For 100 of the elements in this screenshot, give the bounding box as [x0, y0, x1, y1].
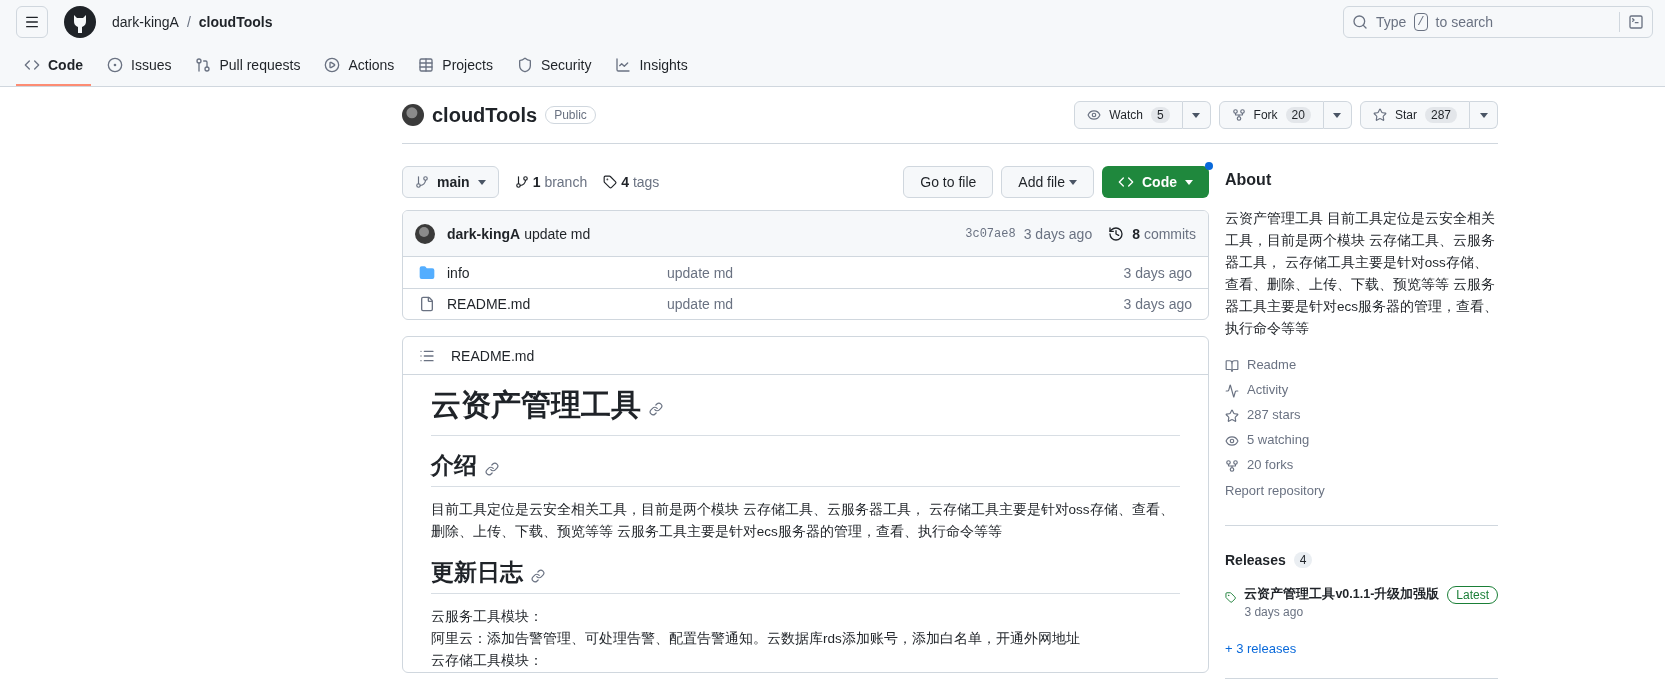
readme-filename: README.md [451, 346, 535, 366]
count-label: 4 [1293, 551, 1313, 568]
report-link[interactable]: Report repository [1225, 482, 1498, 501]
tag-icon [1225, 589, 1237, 605]
branch-icon [415, 175, 429, 189]
count-label: 287 [1424, 107, 1457, 123]
tag-count-link[interactable]: 4 tags [621, 172, 660, 192]
eye-icon [1225, 433, 1239, 448]
commit-message[interactable]: update md [524, 223, 591, 244]
readme-paragraph: 云存储工具模块： [431, 652, 544, 670]
path-separator: / [186, 13, 191, 32]
count-label: 5 [1150, 107, 1170, 123]
readme-paragraph: 阿里云：添加告警管理、可处理告警、配置告警通知。云数据库rds添加账号，添加白名单，开通外网地址 [431, 630, 1081, 648]
repo-action-button[interactable]: Watch 5 [1074, 101, 1183, 129]
file-commit-message[interactable]: update md [667, 262, 734, 283]
dropdown-button[interactable] [1182, 101, 1211, 129]
table-icon [418, 57, 435, 73]
repo-link[interactable]: cloudTools [198, 12, 273, 32]
link-icon [531, 569, 545, 583]
caret-icon [477, 179, 486, 185]
history-icon [1108, 225, 1125, 242]
terminal-icon [1628, 14, 1644, 30]
repo-action-button[interactable]: Fork 20 [1218, 101, 1324, 129]
star-icon [1225, 408, 1239, 423]
code-icon [1118, 174, 1134, 190]
link-icon [485, 462, 499, 476]
link-icon [649, 402, 663, 416]
tag-icon [603, 175, 618, 189]
dropdown-button[interactable] [1470, 101, 1498, 129]
nav-tab[interactable]: Insights [607, 46, 696, 86]
nav-tab[interactable]: Projects [410, 46, 501, 86]
commit-time: 3 days ago [1023, 224, 1093, 244]
circle-dot-icon [107, 57, 123, 73]
file-time: 3 days ago [1123, 295, 1192, 314]
caret-icon [1185, 179, 1193, 185]
branch-count-link[interactable]: 1 branch [532, 172, 588, 192]
book-icon [1225, 358, 1239, 373]
caret-icon [1333, 112, 1342, 118]
search-field[interactable]: Type / to search [1343, 6, 1653, 38]
star-icon [1372, 108, 1387, 122]
releases-heading[interactable]: Releases [1225, 549, 1286, 570]
commits-link[interactable]: 8 commits [1132, 223, 1196, 244]
folder-icon [419, 264, 435, 281]
about-link[interactable]: Readme [1247, 356, 1297, 375]
fork-icon [1225, 458, 1239, 473]
owner-link[interactable]: dark-kingA [112, 12, 179, 32]
branch-icon [514, 175, 529, 189]
about-heading: About [1225, 170, 1273, 190]
about-link[interactable]: 20 forks [1247, 456, 1294, 475]
fork-icon [1231, 108, 1246, 122]
shield-icon [516, 57, 533, 73]
go-to-file-button[interactable]: Go to file [903, 166, 994, 198]
commit-sha[interactable]: 3c07ae8 [965, 225, 1016, 242]
release-time: 3 days ago [1244, 603, 1305, 620]
nav-tab[interactable]: Issues [99, 46, 180, 86]
nav-tab[interactable]: Code [16, 46, 91, 86]
octocat-logo-icon[interactable] [64, 6, 96, 38]
readme-title: 云资产管理工具 [431, 387, 641, 423]
file-time: 3 days ago [1123, 263, 1192, 283]
avatar [415, 223, 435, 244]
pull-request-icon [195, 57, 212, 73]
about-link[interactable]: 287 stars [1247, 406, 1301, 425]
code-icon [24, 57, 40, 73]
readme-paragraph: 云服务工具模块： [431, 608, 544, 626]
file-icon [419, 296, 435, 312]
about-link[interactable]: 5 watching [1247, 431, 1310, 450]
search-placeholder-end: to search [1435, 13, 1494, 32]
more-releases-link[interactable]: + 3 releases [1225, 639, 1498, 659]
about-link[interactable]: Activity [1247, 381, 1289, 400]
menu-button[interactable] [16, 6, 48, 38]
dropdown-button[interactable] [1323, 101, 1352, 129]
branch-button[interactable]: main [402, 166, 499, 198]
caret-icon [1069, 179, 1077, 185]
search-icon [1352, 14, 1368, 30]
count-label: 20 [1285, 107, 1311, 123]
nav-tab[interactable]: Actions [316, 46, 403, 86]
avatar [402, 104, 424, 126]
release-name[interactable]: 云资产管理工具v0.1.1-升级加强版 [1244, 585, 1440, 604]
file-name[interactable]: README.md [447, 294, 667, 314]
caret-icon [1192, 112, 1201, 118]
add-file-button[interactable]: Add file [1001, 166, 1094, 198]
nav-tab[interactable]: Security [508, 46, 600, 86]
menu-icon [24, 14, 40, 30]
nav-tab[interactable]: Pull requests [187, 46, 309, 86]
caret-icon [1479, 112, 1488, 118]
commit-author[interactable]: dark-kingA [447, 223, 521, 244]
eye-icon [1087, 108, 1102, 122]
repo-title[interactable]: cloudTools [432, 101, 538, 129]
repo-action-button[interactable]: Star 287 [1359, 101, 1470, 129]
section-heading: 介绍 [431, 451, 477, 480]
file-name[interactable]: info [447, 262, 667, 283]
readme-paragraph: 目前工具定位是云安全相关工具，目前是两个模块 云存储工具、云服务器工具， 云存储工具主要是针对oss存储、查看、删除、上传、下载、预览等等 云服务工具主要是针对ecs服务器的管理，查看、执行命令等等 [431, 501, 1175, 541]
slash-key: / [1414, 13, 1428, 31]
search-placeholder-start: Type [1376, 13, 1407, 32]
chart-icon [615, 57, 632, 73]
activity-icon [1225, 383, 1239, 398]
play-icon [324, 57, 341, 73]
file-commit-message[interactable]: update md [667, 294, 734, 314]
code-button[interactable]: Code [1102, 166, 1209, 198]
about-description: 云资产管理工具 目前工具定位是云安全相关工具，目前是两个模块 云存储工具、云服务器工具， 云存储工具主要是针对oss存储、查看、删除、上传、下载、预览等等 云服务器工具主要是针对ecs服务器的管理，查看、执行命令等等 [1225, 210, 1498, 338]
